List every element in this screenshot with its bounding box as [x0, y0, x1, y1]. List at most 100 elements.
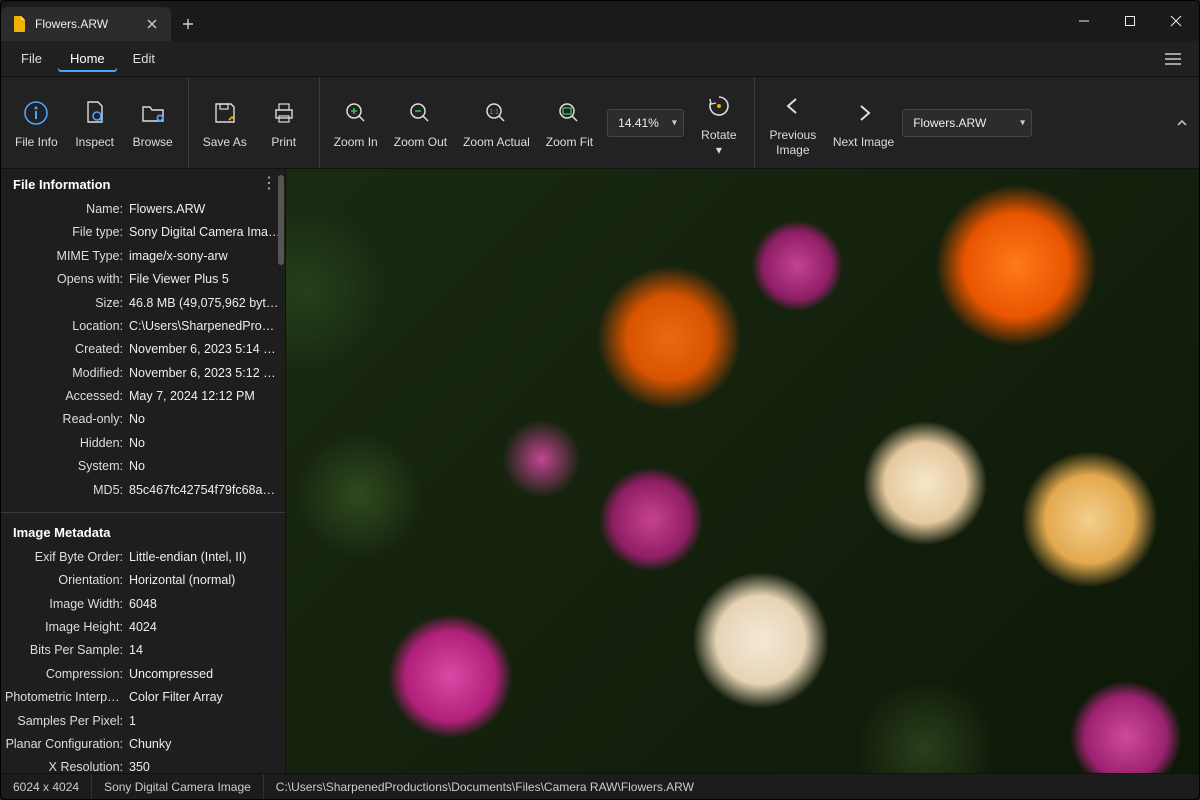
property-row: Location:C:\Users\SharpenedProduction… [5, 315, 281, 338]
previous-image-button[interactable]: PreviousImage [761, 84, 825, 161]
zoom-in-button[interactable]: Zoom In [326, 91, 386, 153]
property-row: Opens with:File Viewer Plus 5 [5, 268, 281, 291]
property-label: Samples Per Pixel: [5, 712, 129, 731]
chevron-down-icon: ▾ [672, 117, 677, 128]
svg-text:1:1: 1:1 [490, 109, 500, 116]
property-label: Name: [5, 200, 129, 219]
print-button[interactable]: Print [255, 91, 313, 153]
property-value: 85c467fc42754f79fc68a74026a6c… [129, 481, 281, 500]
property-label: Hidden: [5, 434, 129, 453]
tab-title: Flowers.ARW [35, 17, 135, 31]
property-value: Uncompressed [129, 665, 281, 684]
status-dimensions: 6024 x 4024 [1, 774, 92, 799]
property-value: No [129, 457, 281, 476]
zoom-actual-icon: 1:1 [483, 97, 509, 129]
app-window: Flowers.ARW File Home Edit File Info [0, 0, 1200, 800]
image-metadata-heading: Image Metadata [1, 517, 285, 546]
tab-close-button[interactable] [143, 15, 161, 33]
property-value: File Viewer Plus 5 [129, 270, 281, 289]
property-label: File type: [5, 223, 129, 242]
property-label: Opens with: [5, 270, 129, 289]
zoom-fit-button[interactable]: Zoom Fit [538, 91, 601, 153]
property-label: Planar Configuration: [5, 735, 129, 754]
property-value: Chunky [129, 735, 281, 754]
zoom-actual-button[interactable]: 1:1 Zoom Actual [455, 91, 538, 153]
menu-edit[interactable]: Edit [121, 45, 167, 72]
folder-icon [140, 97, 166, 129]
property-value: Little-endian (Intel, II) [129, 548, 281, 567]
ribbon-collapse-button[interactable] [1175, 116, 1189, 130]
rotate-button[interactable]: Rotate▾ [690, 84, 748, 161]
inspect-button[interactable]: Inspect [66, 91, 124, 153]
image-canvas [286, 169, 1199, 773]
ribbon-group-save: Save As Print [189, 77, 320, 168]
rotate-icon [706, 90, 732, 122]
chevron-down-icon: ▾ [1020, 117, 1025, 128]
property-value: 14 [129, 641, 281, 660]
save-as-button[interactable]: Save As [195, 91, 255, 153]
menu-file[interactable]: File [9, 45, 54, 72]
property-label: Orientation: [5, 571, 129, 590]
property-value: November 6, 2023 5:14 PM [129, 340, 281, 359]
property-value: No [129, 410, 281, 429]
maximize-button[interactable] [1107, 1, 1153, 41]
property-row: Image Height:4024 [5, 616, 281, 639]
minimize-button[interactable] [1061, 1, 1107, 41]
ribbon-group-file: File Info Inspect Browse [1, 77, 189, 168]
file-info-button[interactable]: File Info [7, 91, 66, 153]
property-label: Read-only: [5, 410, 129, 429]
close-button[interactable] [1153, 1, 1199, 41]
property-row: Hidden:No [5, 432, 281, 455]
property-value: Color Filter Array [129, 688, 281, 707]
property-row: MD5:85c467fc42754f79fc68a74026a6c… [5, 479, 281, 502]
next-image-button[interactable]: Next Image [825, 91, 902, 153]
menu-bar: File Home Edit [1, 41, 1199, 77]
image-viewer[interactable] [286, 169, 1199, 773]
property-label: Bits Per Sample: [5, 641, 129, 660]
property-label: Size: [5, 294, 129, 313]
chevron-left-icon [783, 90, 803, 122]
hamburger-button[interactable] [1155, 47, 1191, 71]
status-path: C:\Users\SharpenedProductions\Documents\… [264, 774, 706, 799]
file-information-heading: File Information [1, 169, 285, 198]
main-body: ⋮ File Information Name:Flowers.ARWFile … [1, 169, 1199, 773]
property-label: Compression: [5, 665, 129, 684]
title-bar: Flowers.ARW [1, 1, 1199, 41]
file-icon [13, 16, 27, 32]
property-row: Accessed:May 7, 2024 12:12 PM [5, 385, 281, 408]
zoom-out-icon [407, 97, 433, 129]
property-row: Planar Configuration:Chunky [5, 733, 281, 756]
property-value: 1 [129, 712, 281, 731]
property-row: Bits Per Sample:14 [5, 639, 281, 662]
property-label: System: [5, 457, 129, 476]
property-row: Orientation:Horizontal (normal) [5, 569, 281, 592]
property-label: Created: [5, 340, 129, 359]
print-icon [271, 97, 297, 129]
sidebar-scrollbar[interactable] [277, 169, 285, 773]
image-file-dropdown[interactable]: Flowers.ARW ▾ [902, 109, 1032, 137]
property-value: Sony Digital Camera Image (.arw) [129, 223, 281, 242]
image-metadata-list: Exif Byte Order:Little-endian (Intel, II… [1, 546, 285, 773]
zoom-fit-icon [556, 97, 582, 129]
property-label: Exif Byte Order: [5, 548, 129, 567]
browse-button[interactable]: Browse [124, 91, 182, 153]
panel-divider [1, 512, 285, 513]
property-label: Modified: [5, 364, 129, 383]
ribbon: File Info Inspect Browse Save As Print [1, 77, 1199, 169]
ribbon-group-nav: PreviousImage Next Image Flowers.ARW ▾ [755, 77, 1038, 168]
property-value: 6048 [129, 595, 281, 614]
menu-home[interactable]: Home [58, 45, 117, 72]
property-row: Photometric Interpreta…Color Filter Arra… [5, 686, 281, 709]
property-row: MIME Type:image/x-sony-arw [5, 245, 281, 268]
scrollbar-thumb[interactable] [278, 175, 284, 265]
zoom-level-dropdown[interactable]: 14.41% ▾ [607, 109, 684, 137]
new-tab-button[interactable] [171, 7, 205, 41]
zoom-out-button[interactable]: Zoom Out [386, 91, 455, 153]
panel-menu-button[interactable]: ⋮ [261, 173, 277, 193]
tab-active[interactable]: Flowers.ARW [1, 7, 171, 41]
property-label: Photometric Interpreta… [5, 688, 129, 707]
property-value: C:\Users\SharpenedProduction… [129, 317, 281, 336]
zoom-in-icon [343, 97, 369, 129]
window-controls [1061, 1, 1199, 41]
property-label: Image Width: [5, 595, 129, 614]
